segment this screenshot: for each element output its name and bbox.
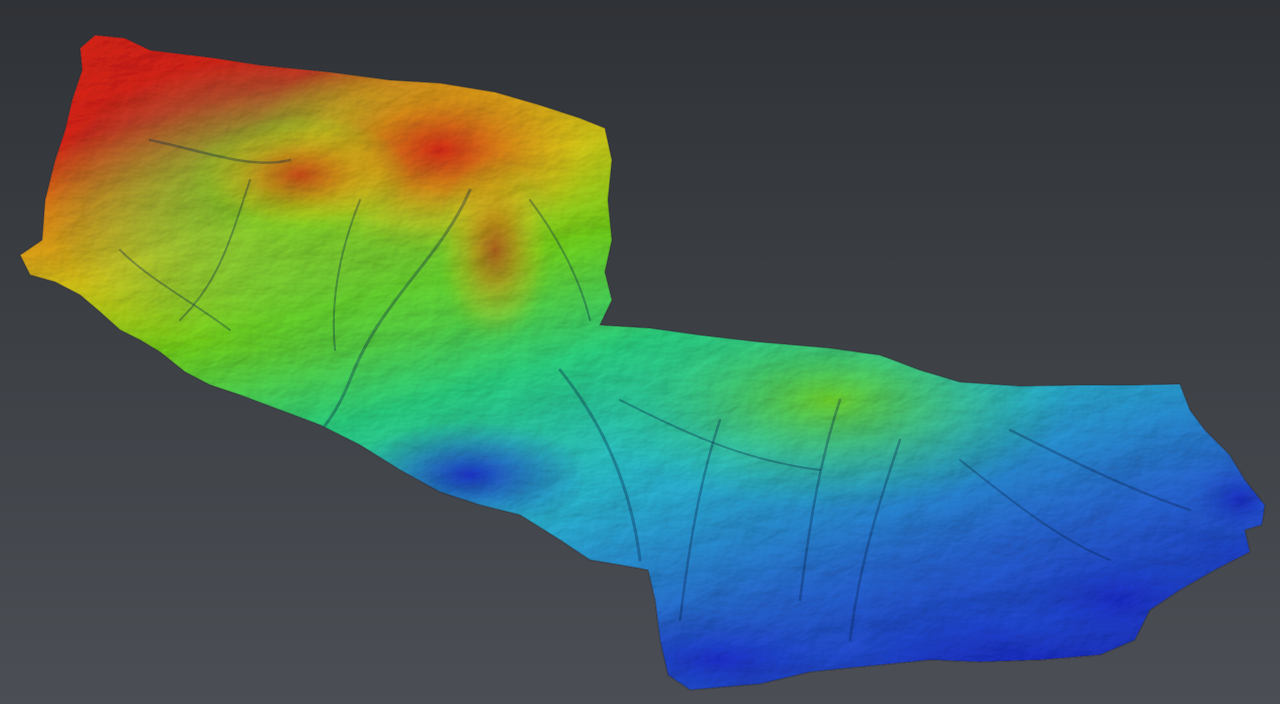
terrain-ridge-south [435,155,555,345]
3d-terrain-viewport[interactable] [0,0,1280,704]
terrain-scene[interactable] [0,0,1280,704]
terrain-ridge-west [190,115,410,235]
